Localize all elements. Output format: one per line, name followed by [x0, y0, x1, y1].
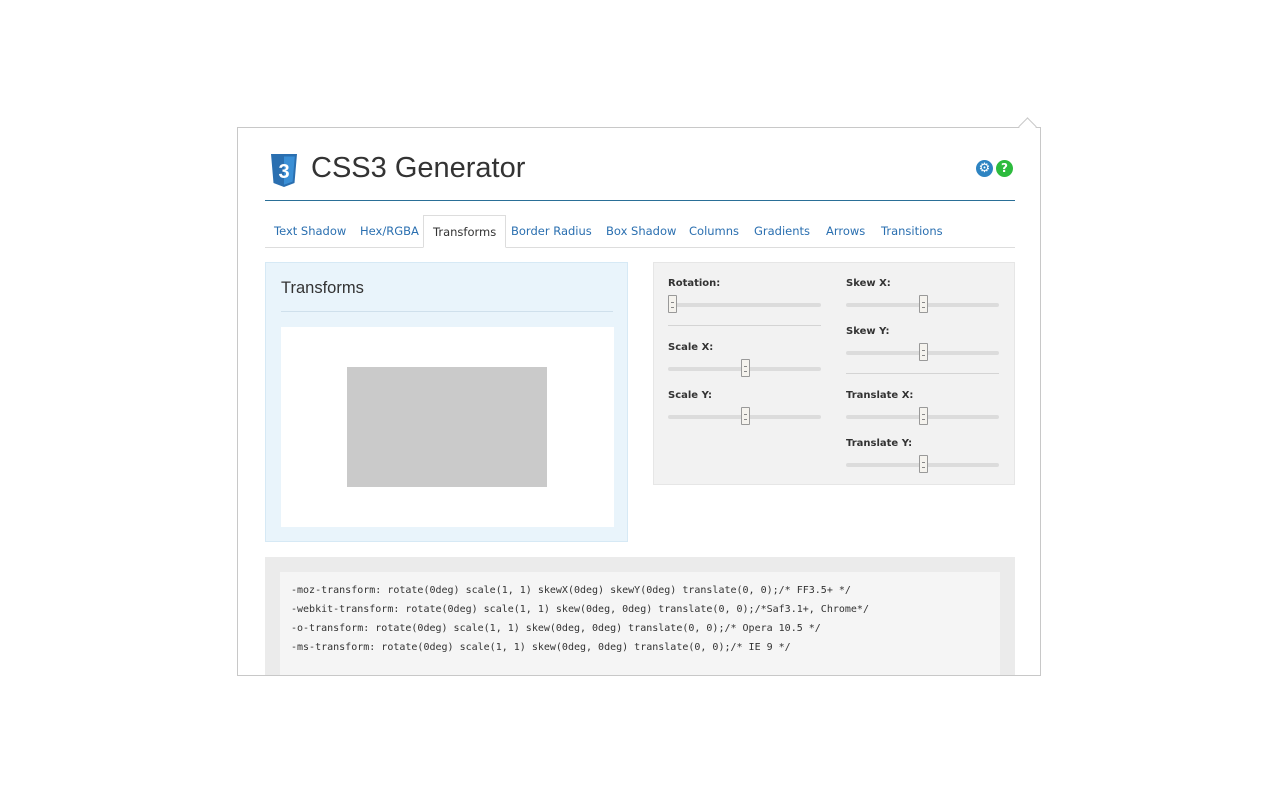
- translate-y-slider-handle[interactable]: [918, 455, 928, 473]
- tab-transitions[interactable]: Transitions: [872, 215, 952, 247]
- code-output[interactable]: -moz-transform: rotate(0deg) scale(1, 1)…: [280, 572, 1000, 675]
- css3-logo-icon: 3: [271, 154, 297, 187]
- skew-y-slider-handle[interactable]: [918, 343, 928, 361]
- logo-label: 3: [278, 161, 289, 183]
- gear-icon[interactable]: ⚙: [976, 160, 993, 177]
- code-line: -ms-transform: rotate(0deg) scale(1, 1) …: [291, 642, 791, 653]
- scale-x-slider-track[interactable]: [668, 359, 821, 377]
- header: 3 CSS3 Generator ⚙ ?: [265, 150, 1015, 201]
- scale-y-slider-track[interactable]: [668, 407, 821, 425]
- tab-columns[interactable]: Columns: [680, 215, 748, 247]
- scale-x-label: Scale X:: [668, 342, 714, 353]
- code-output-panel: -moz-transform: rotate(0deg) scale(1, 1)…: [265, 557, 1015, 675]
- control-divider: [668, 325, 821, 326]
- controls-panel: Rotation: Scale X: Scale Y: Skew X: Skew…: [653, 262, 1015, 485]
- tab-gradients[interactable]: Gradients: [745, 215, 819, 247]
- scale-y-slider-handle[interactable]: [740, 407, 750, 425]
- app-title: CSS3 Generator: [311, 152, 526, 184]
- tab-bar: Text Shadow Hex/RGBA Transforms Border R…: [265, 215, 1015, 248]
- tab-arrows[interactable]: Arrows: [817, 215, 874, 247]
- css3-generator-popup: 3 CSS3 Generator ⚙ ? Text Shadow Hex/RGB…: [237, 127, 1041, 676]
- control-divider: [846, 373, 999, 374]
- code-line: -o-transform: rotate(0deg) scale(1, 1) s…: [291, 623, 821, 634]
- skew-y-label: Skew Y:: [846, 326, 890, 337]
- tab-border-radius[interactable]: Border Radius: [502, 215, 601, 247]
- tab-hex-rgba[interactable]: Hex/RGBA: [351, 215, 428, 247]
- rotation-label: Rotation:: [668, 278, 721, 289]
- code-line: -moz-transform: rotate(0deg) scale(1, 1)…: [291, 585, 851, 596]
- translate-x-slider-handle[interactable]: [918, 407, 928, 425]
- tab-text-shadow[interactable]: Text Shadow: [265, 215, 355, 247]
- skew-x-slider-handle[interactable]: [918, 295, 928, 313]
- translate-y-slider-track[interactable]: [846, 455, 999, 473]
- rotation-slider-track[interactable]: [668, 295, 821, 313]
- help-icon[interactable]: ?: [996, 160, 1013, 177]
- translate-y-label: Translate Y:: [846, 438, 913, 449]
- preview-title: Transforms: [281, 279, 364, 297]
- skew-x-slider-track[interactable]: [846, 295, 999, 313]
- preview-divider: [281, 311, 613, 312]
- preview-panel: Transforms: [265, 262, 628, 542]
- tab-transforms[interactable]: Transforms: [423, 215, 507, 248]
- preview-area: [281, 327, 614, 527]
- rotation-slider-handle[interactable]: [668, 295, 677, 313]
- code-line: -webkit-transform: rotate(0deg) scale(1,…: [291, 604, 869, 615]
- skew-x-label: Skew X:: [846, 278, 891, 289]
- translate-x-slider-track[interactable]: [846, 407, 999, 425]
- skew-y-slider-track[interactable]: [846, 343, 999, 361]
- translate-x-label: Translate X:: [846, 390, 914, 401]
- scale-y-label: Scale Y:: [668, 390, 712, 401]
- tab-box-shadow[interactable]: Box Shadow: [597, 215, 685, 247]
- scale-x-slider-handle[interactable]: [740, 359, 750, 377]
- preview-box: [347, 367, 547, 487]
